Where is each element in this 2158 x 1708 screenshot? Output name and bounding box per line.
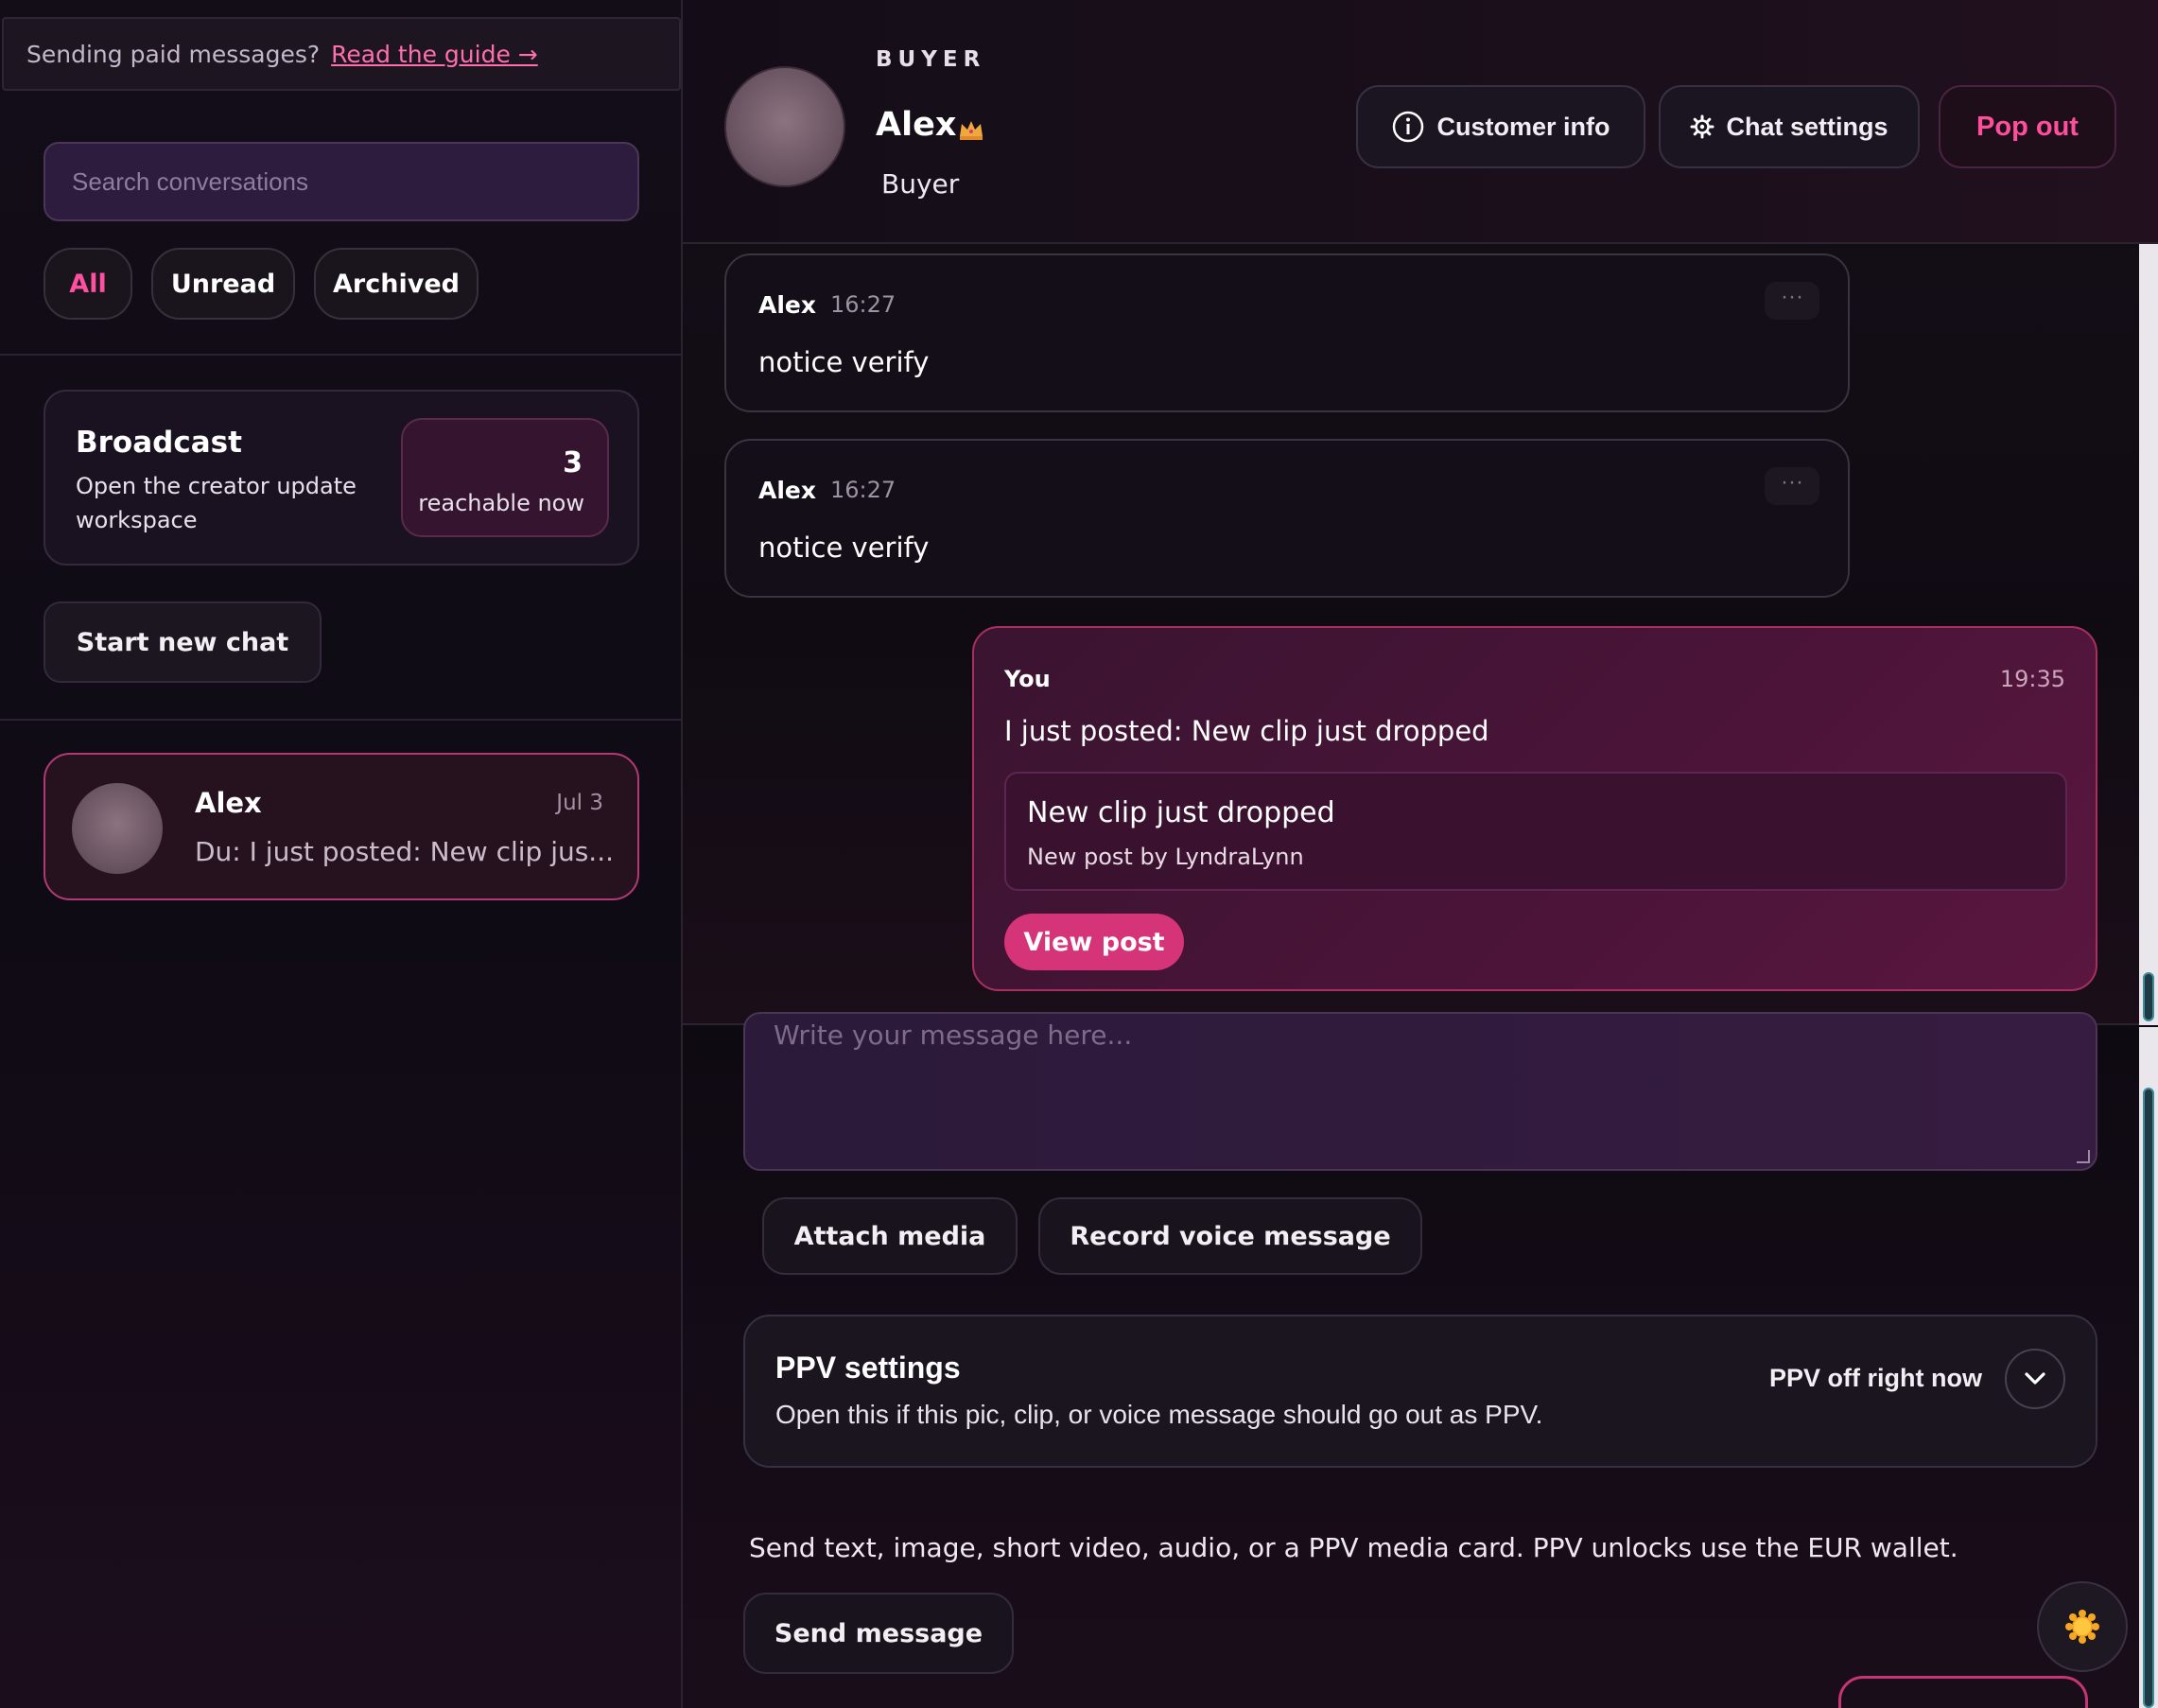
message-more-button[interactable]: ···: [1765, 282, 1819, 320]
search-input[interactable]: [44, 142, 639, 221]
attach-media-button[interactable]: Attach media: [762, 1197, 1018, 1275]
message-author: Alex: [758, 477, 816, 504]
start-new-chat-button[interactable]: Start new chat: [44, 601, 322, 683]
message-text: notice verify: [758, 532, 930, 564]
message-input[interactable]: Write your message here...: [743, 1012, 2097, 1171]
broadcast-subtitle: Open the creator update workspace: [76, 473, 357, 533]
floating-action-button[interactable]: [1838, 1676, 2088, 1708]
page-scroll-thumb[interactable]: [2143, 1088, 2154, 1708]
message-scroll-thumb[interactable]: [2143, 972, 2154, 1021]
message-bubble: Alex 16:27 notice verify ···: [724, 253, 1850, 412]
theme-toggle-button[interactable]: [2037, 1581, 2128, 1672]
filter-all[interactable]: All: [44, 248, 132, 320]
contact-name: Alex: [876, 106, 957, 144]
ppv-expand-button[interactable]: [2005, 1349, 2065, 1409]
post-card[interactable]: New clip just dropped New post by Lyndra…: [1004, 772, 2067, 891]
sun-icon: [2065, 1610, 2099, 1644]
record-voice-button[interactable]: Record voice message: [1038, 1197, 1422, 1275]
avatar: [724, 66, 845, 187]
message-scrollbar[interactable]: [2139, 244, 2158, 1025]
message-placeholder: Write your message here...: [774, 1020, 1133, 1051]
post-card-title: New clip just dropped: [1027, 796, 1335, 829]
view-post-button[interactable]: View post: [1004, 914, 1184, 970]
chevron-down-icon: [2025, 1372, 2045, 1385]
message-more-button[interactable]: ···: [1765, 467, 1819, 505]
resize-handle-icon[interactable]: [2077, 1150, 2090, 1163]
guide-banner: Sending paid messages? Read the guide →: [2, 17, 681, 91]
crown-icon: [960, 121, 983, 140]
pop-out-button[interactable]: Pop out: [1939, 85, 2116, 168]
message-bubble: Alex 16:27 notice verify ···: [724, 439, 1850, 598]
chat-panel: BUYER Alex Buyer Customer info Chat sett…: [683, 0, 2158, 1708]
conversation-sidebar: Sending paid messages? Read the guide → …: [0, 0, 683, 1708]
conversation-date: Jul 3: [556, 791, 603, 815]
message-time: 16:27: [830, 291, 896, 318]
post-card-subtitle: New post by LyndraLynn: [1027, 844, 1304, 870]
guide-text: Sending paid messages?: [26, 40, 321, 68]
contact-subtitle: Buyer: [881, 168, 960, 200]
broadcast-card[interactable]: Broadcast Open the creator update worksp…: [44, 390, 639, 566]
conversation-preview: Du: I just posted: New clip jus...: [195, 836, 615, 867]
filter-archived[interactable]: Archived: [314, 248, 479, 320]
avatar: [72, 783, 163, 874]
conversation-name: Alex: [195, 787, 262, 819]
filter-unread[interactable]: Unread: [151, 248, 295, 320]
outgoing-message-bubble: You 19:35 I just posted: New clip just d…: [972, 626, 2097, 991]
chat-settings-button[interactable]: Chat settings: [1659, 85, 1920, 168]
composer-hint: Send text, image, short video, audio, or…: [749, 1532, 1958, 1563]
send-message-button[interactable]: Send message: [743, 1593, 1014, 1674]
reachable-count: 3: [563, 446, 583, 479]
divider: [0, 719, 681, 721]
customer-info-button[interactable]: Customer info: [1356, 85, 1645, 168]
message-list[interactable]: Alex 16:27 notice verify ··· Alex 16:27 …: [683, 244, 2139, 1025]
reachable-badge: 3 reachable now: [401, 418, 609, 537]
info-icon: [1393, 111, 1424, 143]
ppv-settings-panel[interactable]: PPV settings Open this if this pic, clip…: [743, 1315, 2097, 1468]
customer-info-label: Customer info: [1436, 112, 1610, 141]
ppv-description: Open this if this pic, clip, or voice me…: [775, 1400, 1543, 1429]
ppv-title: PPV settings: [775, 1351, 961, 1385]
conversation-item[interactable]: Alex Jul 3 Du: I just posted: New clip j…: [44, 753, 639, 900]
broadcast-title: Broadcast: [76, 426, 242, 460]
chat-settings-label: Chat settings: [1726, 112, 1888, 141]
message-text: I just posted: New clip just dropped: [1004, 715, 1489, 747]
ppv-state: PPV off right now: [1769, 1364, 1982, 1392]
chat-header: BUYER Alex Buyer Customer info Chat sett…: [683, 0, 2158, 244]
message-text: notice verify: [758, 346, 930, 378]
message-author: You: [1004, 666, 1051, 692]
message-author: Alex: [758, 291, 816, 319]
message-time: 19:35: [1999, 666, 2065, 692]
message-time: 16:27: [830, 477, 896, 503]
chat-app: Sending paid messages? Read the guide → …: [0, 0, 2158, 1708]
divider: [0, 354, 681, 356]
read-guide-link[interactable]: Read the guide →: [331, 41, 538, 68]
role-label: BUYER: [876, 47, 986, 72]
reachable-label: reachable now: [418, 490, 584, 516]
gear-icon: [1690, 114, 1714, 139]
